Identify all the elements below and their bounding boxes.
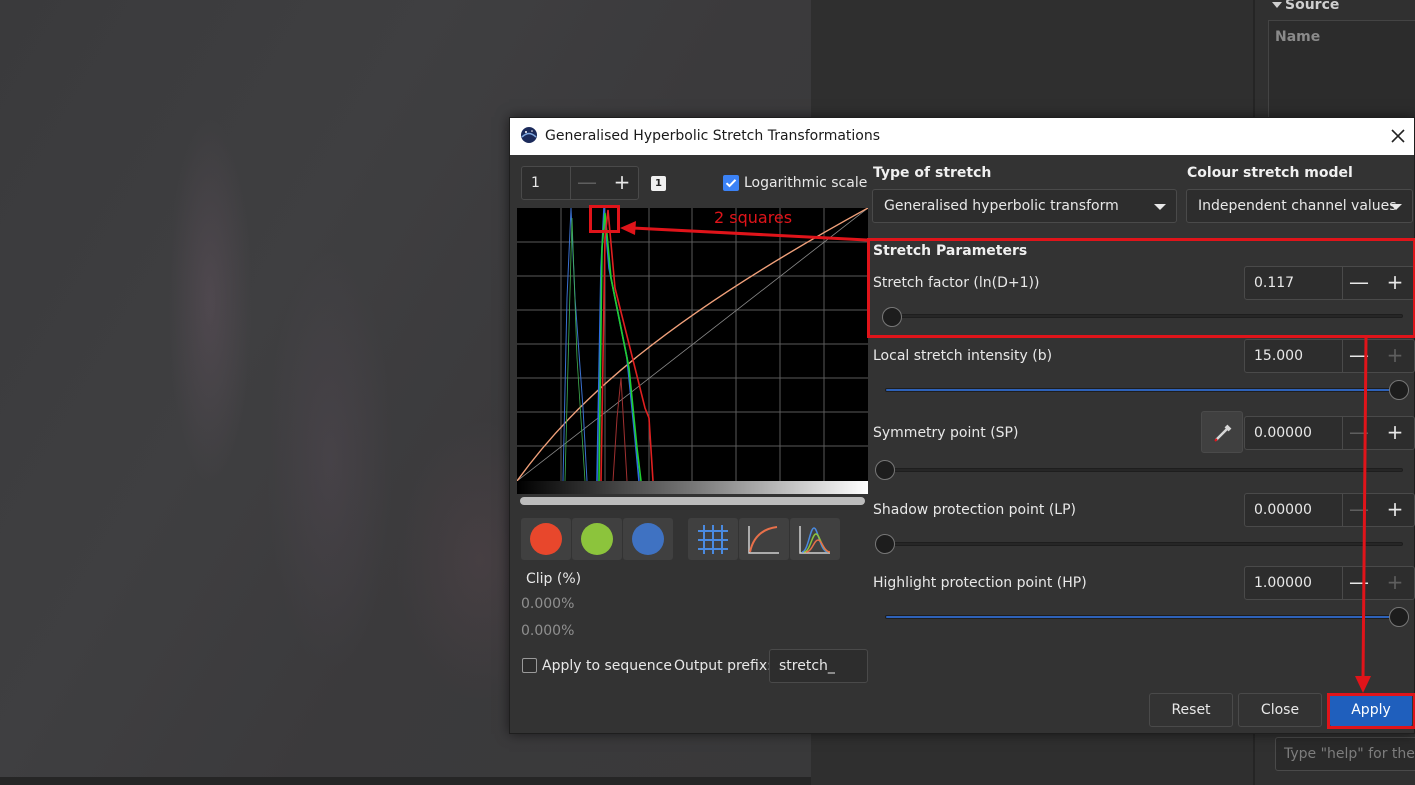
name-column-header[interactable]: Name [1275, 29, 1320, 45]
clip-low-value: 0.000% [521, 596, 575, 612]
local-intensity-decrement[interactable]: — [1343, 340, 1375, 372]
clip-high-value: 0.000% [521, 623, 575, 639]
log-scale-checkbox[interactable] [723, 175, 739, 191]
green-channel-icon [581, 523, 613, 555]
highlight-protection-slider-handle[interactable] [1389, 607, 1409, 627]
dialog-title: Generalised Hyperbolic Stretch Transform… [545, 128, 881, 144]
red-channel-icon [530, 523, 562, 555]
output-prefix-input[interactable]: stretch_ [769, 649, 868, 683]
histogram-gradient-bar [517, 481, 868, 494]
red-channel-button[interactable] [521, 518, 571, 560]
green-channel-button[interactable] [572, 518, 622, 560]
local-intensity-slider[interactable] [885, 388, 1403, 392]
annotation-arrowhead-down [1355, 676, 1371, 693]
shadow-protection-spinbox[interactable]: 0.00000 — + [1244, 493, 1415, 527]
symmetry-point-spinbox[interactable]: 0.00000 — + [1244, 416, 1415, 450]
zoom-value: 1 [531, 175, 540, 191]
shadow-protection-label: Shadow protection point (LP) [873, 502, 1076, 518]
eyedropper-button[interactable] [1201, 411, 1243, 453]
eyedropper-icon [1214, 424, 1232, 442]
symmetry-point-decrement[interactable]: — [1343, 417, 1375, 449]
checkmark-icon [725, 179, 737, 188]
symmetry-point-slider[interactable] [885, 468, 1403, 472]
shadow-protection-decrement[interactable]: — [1343, 494, 1375, 526]
colour-model-value: Independent channel values [1198, 198, 1397, 214]
log-scale-label: Logarithmic scale [744, 175, 868, 191]
stretch-type-value: Generalised hyperbolic transform [884, 198, 1119, 214]
local-intensity-spinbox[interactable]: 15.000 — + [1244, 339, 1415, 373]
chevron-down-icon [1154, 204, 1166, 210]
shadow-protection-slider[interactable] [885, 542, 1403, 546]
annotation-apply-box [1327, 693, 1415, 729]
symmetry-point-label: Symmetry point (SP) [873, 425, 1019, 441]
source-list: Name [1268, 20, 1415, 120]
stretch-type-label: Type of stretch [873, 165, 992, 181]
local-intensity-value: 15.000 [1254, 348, 1303, 364]
annotation-parameters-box [867, 238, 1415, 338]
close-icon[interactable] [1386, 124, 1410, 148]
local-intensity-slider-handle[interactable] [1389, 380, 1409, 400]
close-button[interactable]: Close [1238, 693, 1322, 727]
chevron-down-icon [1390, 204, 1402, 210]
blue-channel-icon [632, 523, 664, 555]
shadow-protection-increment[interactable]: + [1379, 494, 1411, 526]
siril-app-icon [521, 127, 537, 143]
apply-to-sequence-checkbox[interactable] [522, 658, 537, 673]
blue-channel-button[interactable] [623, 518, 673, 560]
grid-icon [698, 525, 728, 554]
zoom-spinbox[interactable]: 1 — + [521, 166, 639, 200]
command-input[interactable]: Type "help" for the list of commands [1275, 737, 1415, 771]
colour-model-dropdown[interactable]: Independent channel values [1186, 189, 1413, 223]
colour-model-label: Colour stretch model [1187, 165, 1353, 181]
symmetry-point-increment[interactable]: + [1379, 417, 1411, 449]
highlight-protection-increment[interactable]: + [1379, 567, 1411, 599]
shadow-protection-value: 0.00000 [1254, 502, 1312, 518]
highlight-protection-value: 1.00000 [1254, 575, 1312, 591]
histogram-overlay-button[interactable] [790, 518, 840, 560]
symmetry-point-slider-handle[interactable] [875, 460, 895, 480]
annotation-peak-box [589, 205, 620, 233]
histogram-icon [799, 526, 831, 554]
zoom-decrement-button[interactable]: — [571, 167, 603, 199]
image-scrollbar-area [0, 777, 811, 785]
histogram-scrollbar[interactable] [520, 497, 865, 505]
highlight-protection-spinbox[interactable]: 1.00000 — + [1244, 566, 1415, 600]
source-header-label: Source [1285, 0, 1340, 13]
shadow-protection-slider-handle[interactable] [875, 534, 895, 554]
dialog-titlebar: Generalised Hyperbolic Stretch Transform… [510, 118, 1414, 155]
curve-toggle-button[interactable] [739, 518, 789, 560]
zoom-one-to-one-button[interactable]: 1 [651, 176, 666, 191]
highlight-protection-slider-fill [886, 616, 1402, 618]
collapse-arrow-icon [1272, 2, 1282, 8]
zoom-increment-button[interactable]: + [606, 167, 638, 199]
source-section-header[interactable]: Source [1272, 0, 1339, 13]
ghs-dialog: Generalised Hyperbolic Stretch Transform… [509, 117, 1415, 734]
annotation-label: 2 squares [714, 208, 793, 227]
highlight-protection-decrement[interactable]: — [1343, 567, 1375, 599]
histogram-plot[interactable] [517, 208, 868, 481]
local-intensity-label: Local stretch intensity (b) [873, 348, 1053, 364]
apply-to-sequence-label: Apply to sequence [542, 658, 672, 674]
output-prefix-label: Output prefix: [674, 658, 772, 674]
local-intensity-increment[interactable]: + [1379, 340, 1411, 372]
highlight-protection-label: Highlight protection point (HP) [873, 575, 1087, 591]
grid-toggle-button[interactable] [688, 518, 738, 560]
stretch-type-dropdown[interactable]: Generalised hyperbolic transform [872, 189, 1177, 223]
symmetry-point-value: 0.00000 [1254, 425, 1312, 441]
reset-button[interactable]: Reset [1149, 693, 1233, 727]
highlight-protection-slider[interactable] [885, 615, 1403, 619]
local-intensity-slider-fill [886, 389, 1402, 391]
clip-label: Clip (%) [526, 571, 582, 587]
curve-icon [748, 526, 779, 554]
